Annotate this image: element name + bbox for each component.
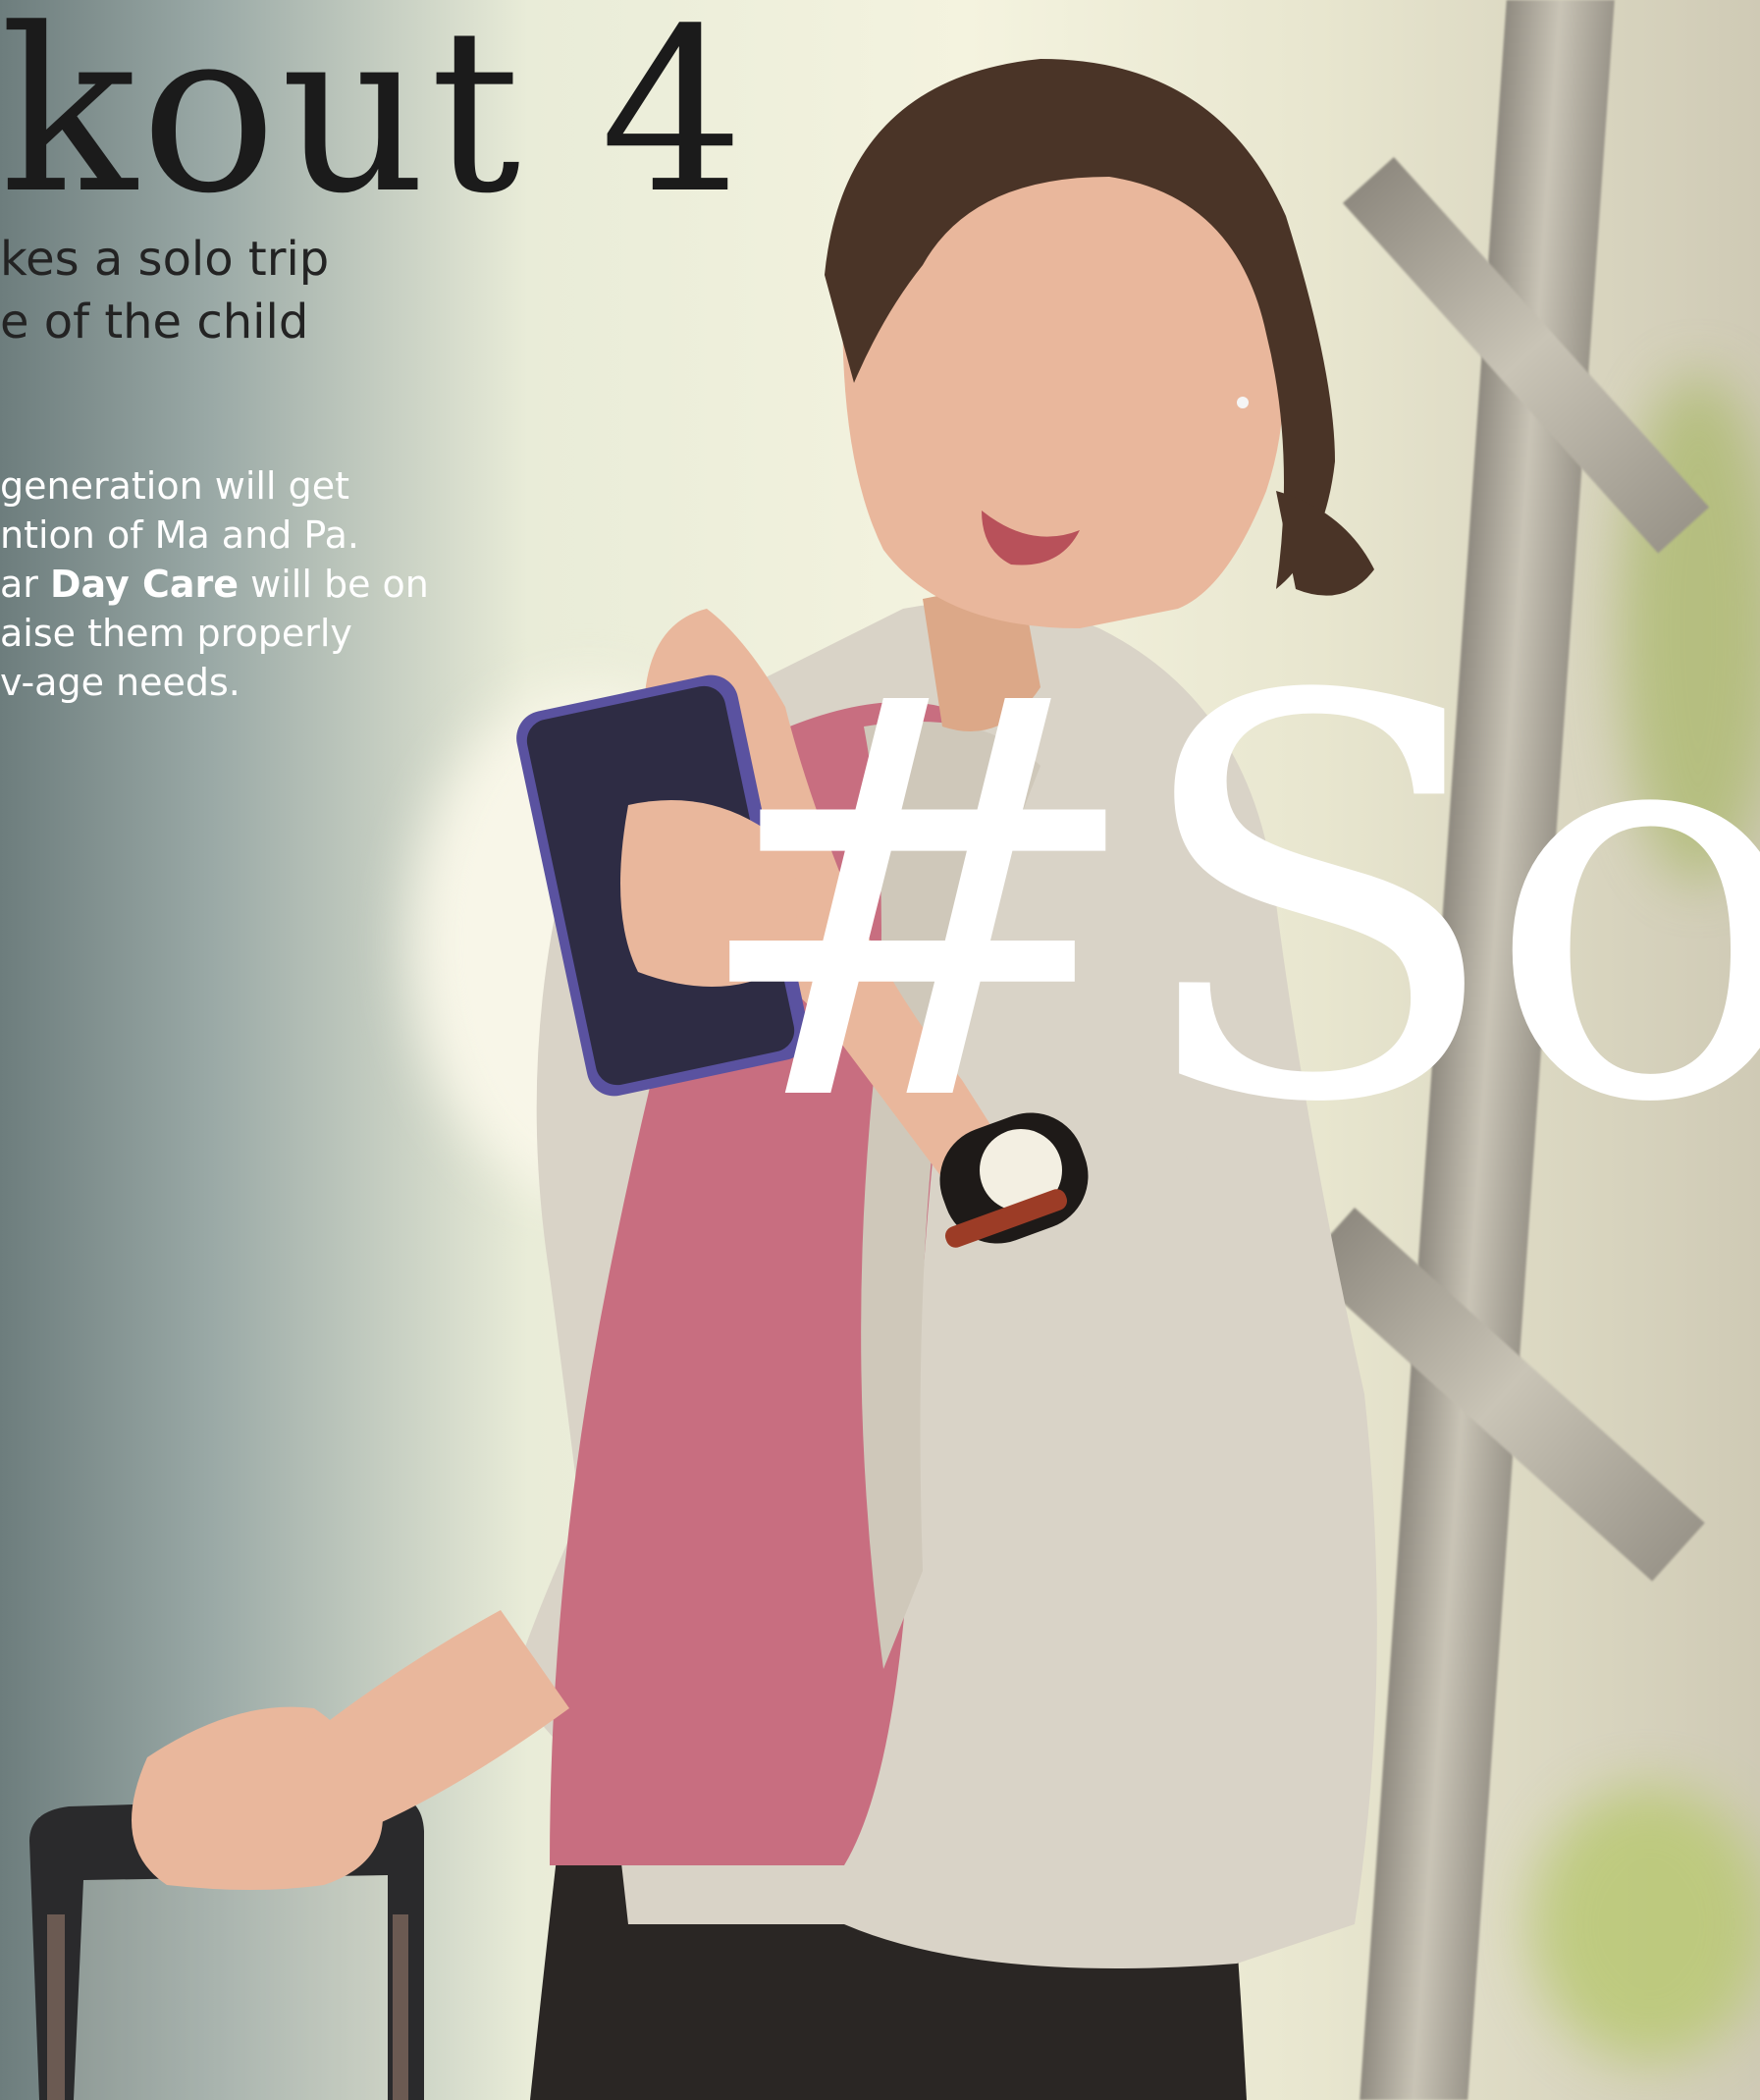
body-text: generation will get ntion of Ma and Pa. … (0, 461, 429, 707)
subtitle-line: e of the child (0, 295, 309, 350)
photo-background: kout 4 kes a solo trip e of the child ge… (0, 0, 1760, 2100)
body-line: aise them properly (0, 612, 352, 655)
day-care-emphasis: Day Care (50, 563, 240, 606)
body-line-suffix: will be on (239, 563, 429, 606)
body-line: v-age needs. (0, 661, 240, 704)
body-line: ntion of Ma and Pa. (0, 513, 359, 557)
subtitle-line: kes a solo trip (0, 232, 330, 287)
body-line: generation will get (0, 464, 349, 508)
page-title: kout 4 (0, 0, 748, 243)
subtitle: kes a solo trip e of the child (0, 228, 329, 353)
body-line-prefix: ar (0, 563, 50, 606)
hashtag-overlay: #So (687, 583, 1760, 1223)
